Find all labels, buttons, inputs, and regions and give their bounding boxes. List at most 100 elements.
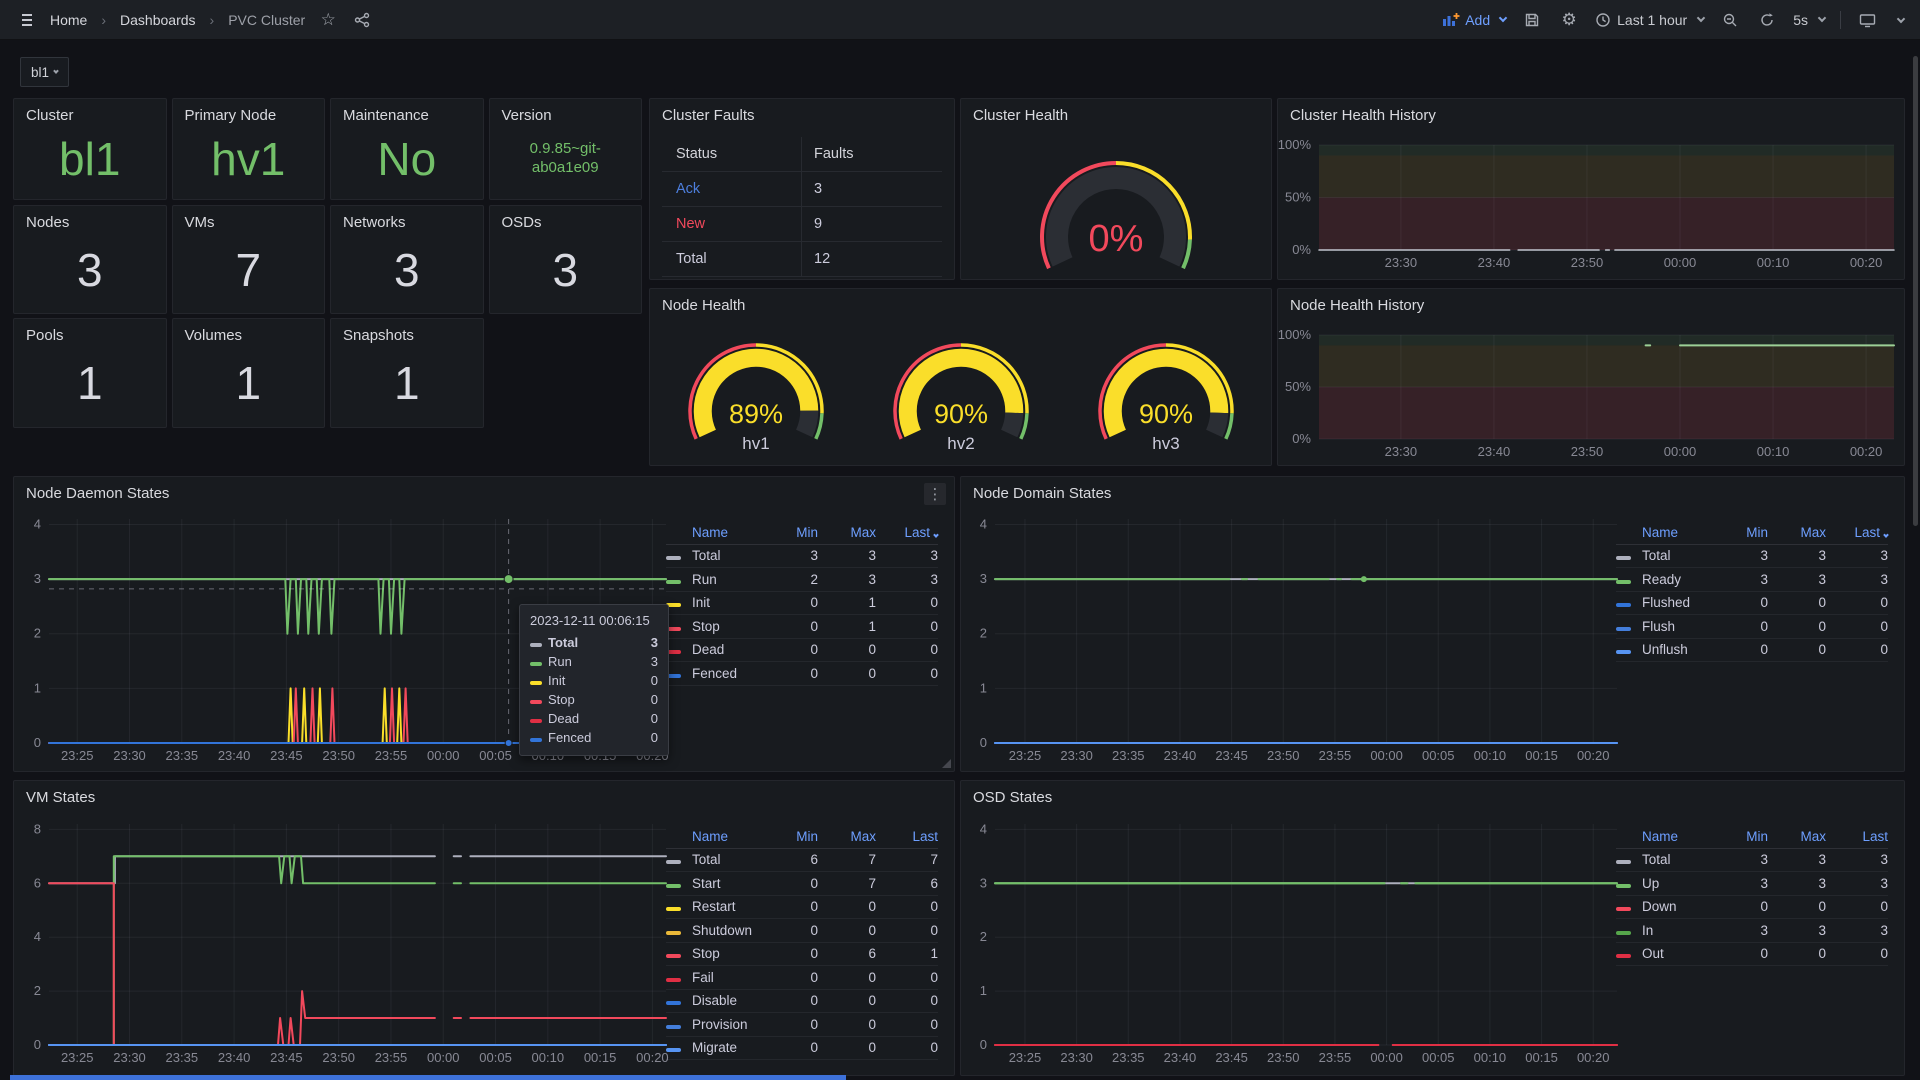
series-name[interactable]: Dead (692, 642, 766, 657)
zoom-out-time-button[interactable] (1719, 9, 1741, 31)
add-panel-button[interactable]: Add (1442, 12, 1506, 28)
series-name[interactable]: Stop (692, 619, 766, 634)
svg-text:hv1: hv1 (742, 434, 769, 453)
legend-sort-min[interactable]: Min (1716, 829, 1768, 844)
series-name[interactable]: Provision (692, 1017, 766, 1032)
series-name[interactable]: Down (1642, 899, 1716, 914)
chevron-down-icon (1499, 14, 1507, 22)
legend-sort-name[interactable]: Name (692, 525, 766, 540)
breadcrumb-home[interactable]: Home (50, 12, 87, 28)
series-name[interactable]: In (1642, 923, 1716, 938)
legend-sort-min[interactable]: Min (766, 525, 818, 540)
navbar-more-chevron-icon[interactable] (1897, 14, 1905, 22)
panel-resize-handle[interactable] (942, 759, 951, 768)
legend-sort-max[interactable]: Max (818, 525, 876, 540)
series-name[interactable]: Unflush (1642, 642, 1716, 657)
series-min: 0 (766, 1040, 818, 1055)
series-max: 3 (1768, 572, 1826, 587)
series-min: 0 (1716, 946, 1768, 961)
chevron-down-icon (1818, 14, 1826, 22)
series-name[interactable]: Total (692, 548, 766, 563)
series-name[interactable]: Flushed (1642, 595, 1716, 610)
series-color-swatch (1616, 954, 1631, 958)
star-favorite-button[interactable]: ☆ (317, 9, 339, 31)
panel-title[interactable]: Cluster (14, 99, 166, 126)
panel-title[interactable]: OSDs (490, 206, 642, 233)
series-name[interactable]: Start (692, 876, 766, 891)
tooltip-row: Dead0 (530, 709, 658, 728)
tooltip-series-name: Stop (548, 692, 651, 707)
legend-sort-last[interactable]: Last (1826, 525, 1888, 540)
legend-sort-name[interactable]: Name (1642, 525, 1716, 540)
stat-value: 0.9.85~git-ab0a1e09 (490, 125, 642, 193)
legend-sort-last[interactable]: Last (876, 829, 938, 844)
series-min: 0 (766, 876, 818, 891)
bottom-accent-bar (10, 1075, 846, 1080)
legend-sort-last[interactable]: Last (1826, 829, 1888, 844)
series-name[interactable]: Total (1642, 852, 1716, 867)
series-name[interactable]: Shutdown (692, 923, 766, 938)
cluster-health-history-chart[interactable]: 0%50%100%23:3023:4023:5000:0000:1000:20 (1278, 99, 1904, 279)
legend-sort-max[interactable]: Max (818, 829, 876, 844)
top-navbar: Home › Dashboards › PVC Cluster ☆ Add (0, 0, 1920, 40)
time-range-picker[interactable]: Last 1 hour (1595, 12, 1704, 28)
kiosk-mode-button[interactable] (1856, 9, 1878, 31)
series-name[interactable]: Total (1642, 548, 1716, 563)
share-button[interactable] (351, 9, 373, 31)
series-name[interactable]: Stop (692, 946, 766, 961)
series-name[interactable]: Out (1642, 946, 1716, 961)
series-name[interactable]: Up (1642, 876, 1716, 891)
tooltip-series-name: Run (548, 654, 651, 669)
panel-title[interactable]: Snapshots (331, 319, 483, 346)
series-min: 0 (766, 946, 818, 961)
variable-dropdown-cluster[interactable]: bl1 (20, 57, 69, 87)
fault-status-link[interactable]: Total (662, 242, 802, 276)
panel-title[interactable]: Primary Node (173, 99, 325, 126)
legend-sort-name[interactable]: Name (692, 829, 766, 844)
series-name[interactable]: Total (692, 852, 766, 867)
fault-status-link[interactable]: New (662, 207, 802, 241)
legend-sort-min[interactable]: Min (766, 829, 818, 844)
panel-title[interactable]: Networks (331, 206, 483, 233)
series-name[interactable]: Run (692, 572, 766, 587)
faults-table-row: New9 (662, 207, 942, 242)
panel-title[interactable]: Nodes (14, 206, 166, 233)
legend-sort-min[interactable]: Min (1716, 525, 1768, 540)
page-scrollbar[interactable] (1913, 56, 1918, 526)
panel-title[interactable]: Volumes (173, 319, 325, 346)
panel-title[interactable]: Pools (14, 319, 166, 346)
menu-toggle-button[interactable] (16, 9, 38, 31)
save-dashboard-button[interactable] (1521, 9, 1543, 31)
refresh-interval-picker[interactable]: 5s (1793, 12, 1825, 28)
legend-sort-last[interactable]: Last (876, 525, 938, 540)
series-last: 0 (1826, 946, 1888, 961)
panel-menu-icon[interactable]: ⋮ (924, 483, 946, 505)
series-name[interactable]: Disable (692, 993, 766, 1008)
stat-value: 7 (173, 232, 325, 307)
series-name[interactable]: Fenced (692, 666, 766, 681)
series-name[interactable]: Init (692, 595, 766, 610)
breadcrumb-dashboards[interactable]: Dashboards (120, 12, 196, 28)
series-name[interactable]: Restart (692, 899, 766, 914)
share-icon (354, 12, 370, 28)
series-name[interactable]: Fail (692, 970, 766, 985)
panel-title[interactable]: Version (490, 99, 642, 126)
legend-sort-max[interactable]: Max (1768, 525, 1826, 540)
legend-sort-max[interactable]: Max (1768, 829, 1826, 844)
zoom-out-icon (1722, 12, 1738, 28)
series-color-swatch (1616, 907, 1631, 911)
series-name[interactable]: Flush (1642, 619, 1716, 634)
legend-row: Total677 (666, 849, 938, 873)
refresh-button[interactable] (1756, 9, 1778, 31)
series-color-swatch (666, 860, 681, 864)
svg-text:23:30: 23:30 (1385, 444, 1418, 459)
node-health-history-chart[interactable]: 0%50%100%23:3023:4023:5000:0000:1000:20 (1278, 289, 1904, 465)
series-name[interactable]: Migrate (692, 1040, 766, 1055)
panel-title[interactable]: Maintenance (331, 99, 483, 126)
panel-title[interactable]: Cluster Faults (650, 99, 954, 126)
panel-title[interactable]: VMs (173, 206, 325, 233)
fault-status-link[interactable]: Ack (662, 172, 802, 206)
legend-sort-name[interactable]: Name (1642, 829, 1716, 844)
series-name[interactable]: Ready (1642, 572, 1716, 587)
dashboard-settings-button[interactable]: ⚙ (1558, 9, 1580, 31)
